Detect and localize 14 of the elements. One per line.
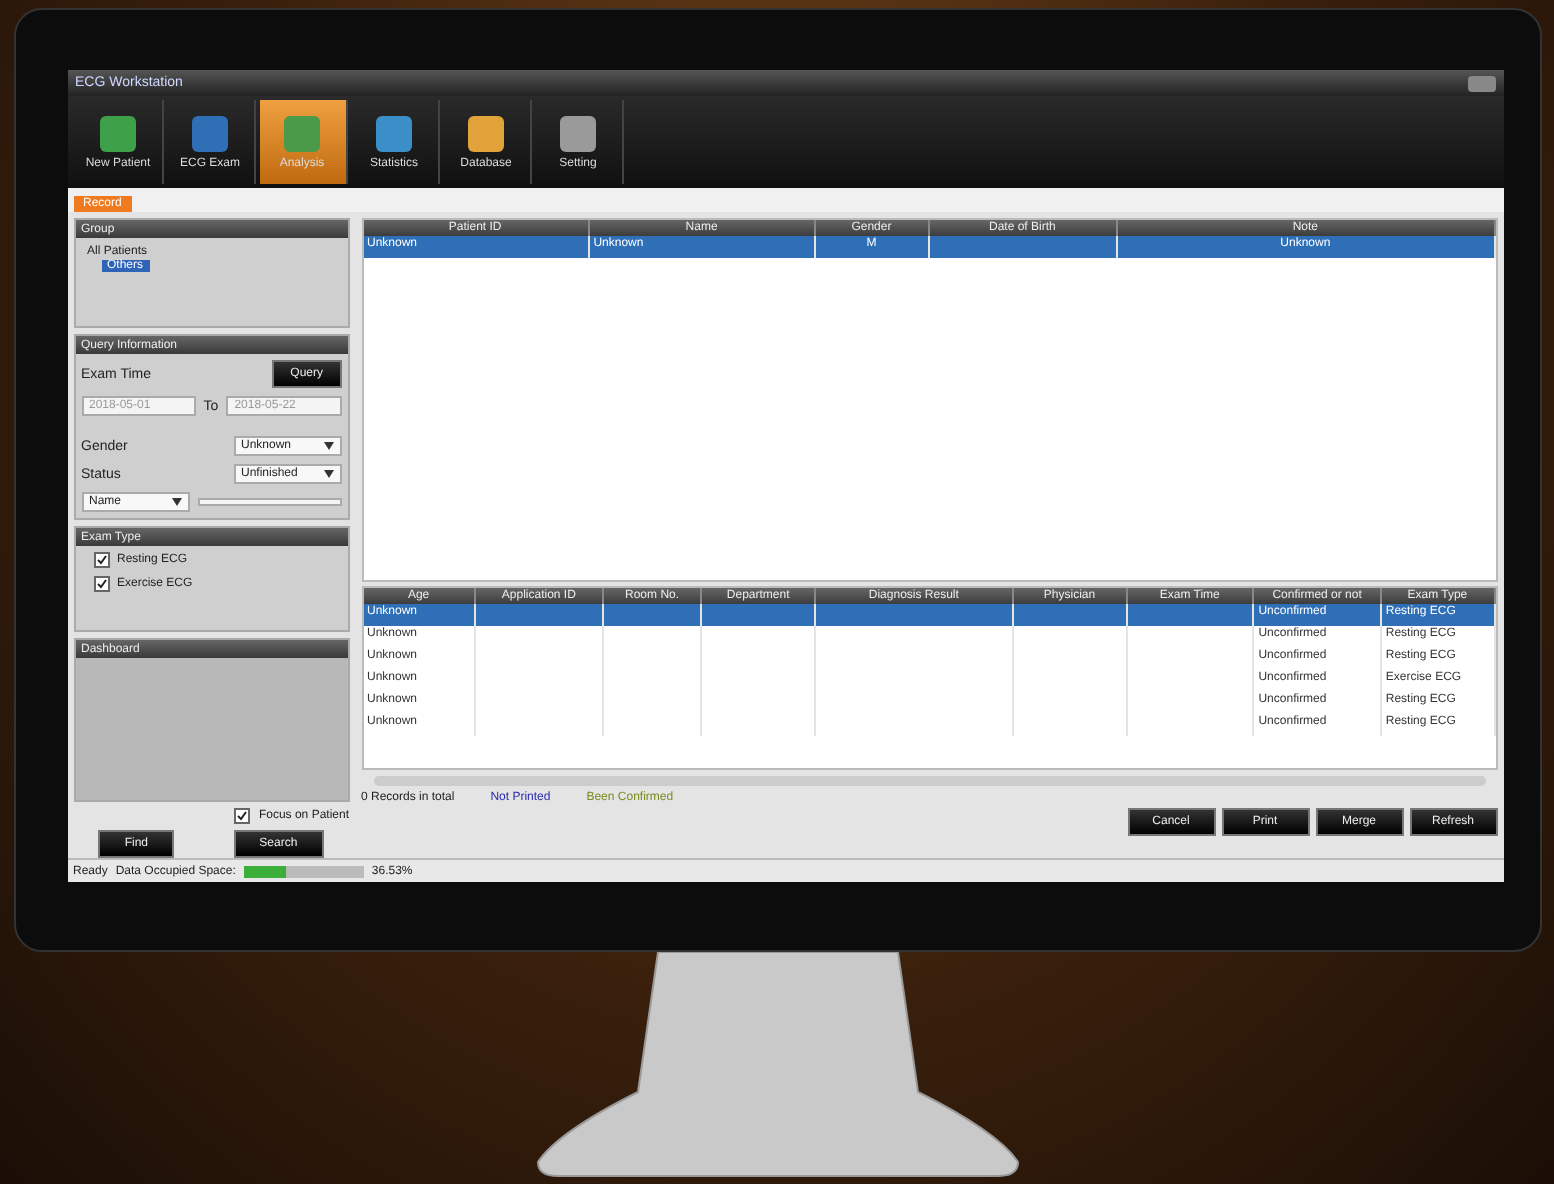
checkbox[interactable] [93, 552, 109, 568]
caret-icon [323, 470, 333, 478]
table-cell [702, 604, 816, 626]
caret-icon [171, 498, 181, 506]
window-controls-icon[interactable] [1467, 75, 1495, 91]
checkbox[interactable] [234, 808, 251, 824]
table-cell [1013, 604, 1128, 626]
caret-icon [323, 442, 333, 450]
table-cell [1127, 604, 1255, 626]
checkbox[interactable] [93, 576, 109, 592]
search-field[interactable] [197, 498, 341, 506]
scroll-bar[interactable] [373, 776, 1485, 786]
table-cell [603, 604, 703, 626]
table-cell [476, 604, 604, 626]
